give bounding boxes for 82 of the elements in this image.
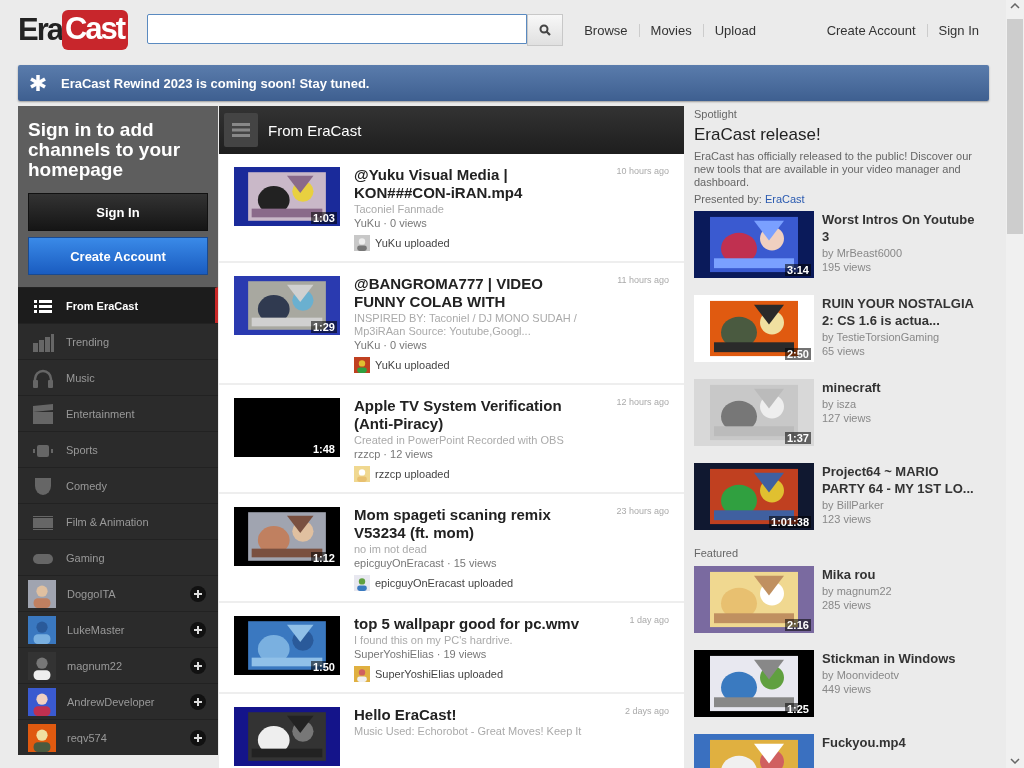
nav-link[interactable]: Upload xyxy=(714,22,756,38)
video-duration: 1:25 xyxy=(784,703,811,715)
sign-in-prompt: Sign in to add channels to your homepage xyxy=(28,120,182,180)
upload-time: 23 hours ago xyxy=(616,506,669,518)
video-title[interactable]: RUIN YOUR NOSTALGIA 2: CS 1.6 is actua... xyxy=(822,295,978,329)
sidebar-item[interactable]: From EraCast xyxy=(18,287,218,323)
video-duration: 1:48 xyxy=(310,443,337,455)
video-title[interactable]: Apple TV System Verification (Anti-Piracy) xyxy=(354,397,589,433)
account-link[interactable]: Create Account xyxy=(826,22,916,38)
upload-time: 12 hours ago xyxy=(616,397,669,409)
nav-link[interactable]: Movies xyxy=(650,22,692,38)
create-account-button[interactable]: Create Account xyxy=(28,237,208,275)
logo-text[interactable]: Era xyxy=(18,12,62,48)
spotlight-description: EraCast has officially released to the public! Discover our new tools that are available in your video manager and dashboard. xyxy=(694,150,973,189)
feed-title: From EraCast xyxy=(268,121,362,139)
channel-item[interactable]: DoggoITA xyxy=(18,575,218,611)
upload-time: 2 days ago xyxy=(624,706,669,718)
sign-in-button[interactable]: Sign In xyxy=(28,193,208,231)
section-label: Featured xyxy=(694,547,740,559)
upload-time: 11 hours ago xyxy=(617,275,669,287)
uploader-text: epicguyOnEracast uploaded xyxy=(375,577,514,589)
channel-item[interactable]: magnum22 xyxy=(18,647,218,683)
uploader-text: rzzcp uploaded xyxy=(375,468,450,480)
video-meta: SuperYoshiElias · 19 views xyxy=(354,648,488,660)
section-label: Spotlight xyxy=(694,108,738,120)
uploader-text: SuperYoshiElias uploaded xyxy=(375,668,504,680)
video-meta: epicguyOnEracast · 15 views xyxy=(354,557,498,569)
video-description: Taconiel Fanmade xyxy=(354,203,445,216)
video-duration: 2:50 xyxy=(784,348,811,360)
announcement-text: EraCast Rewind 2023 is coming soon! Stay tuned. xyxy=(61,75,370,91)
video-author: by BillParker xyxy=(822,499,885,511)
spotlight-title: EraCast release! xyxy=(694,125,822,145)
view-count: 449 views xyxy=(822,683,872,695)
logo-badge[interactable]: Cast xyxy=(62,10,129,50)
video-description: no im not dead xyxy=(354,543,428,556)
video-description: Created in PowerPoint Recorded with OBS xyxy=(354,434,565,447)
video-author: by Moonvideotv xyxy=(822,669,901,681)
video-meta: rzzcp · 12 views xyxy=(354,448,434,460)
presented-by-label: Presented by: xyxy=(694,193,762,205)
channel-item[interactable]: LukeMaster xyxy=(18,611,218,647)
video-title[interactable]: Mom spageti scaning remix V53234 (ft. mom) xyxy=(354,506,589,542)
video-author: by MrBeast6000 xyxy=(822,247,904,259)
video-title[interactable]: Mika rou xyxy=(822,566,978,583)
video-duration: 1:01:38 xyxy=(769,516,811,528)
view-count: 127 views xyxy=(822,412,872,424)
channel-item[interactable]: AndrewDeveloper xyxy=(18,683,218,719)
video-title[interactable]: Project64 ~ MARIO PARTY 64 - MY 1ST LO... xyxy=(822,463,978,497)
video-description: Music Used: Echorobot - Great Moves! Keep It xyxy=(354,725,583,738)
view-count: 195 views xyxy=(822,261,872,273)
video-title[interactable]: @Yuku Visual Media | KON###CON-iRAN.mp4 xyxy=(354,166,589,202)
video-title[interactable]: Fuckyou.mp4 xyxy=(822,734,978,751)
presenter-link[interactable]: EraCast xyxy=(764,193,805,205)
video-duration: 1:03 xyxy=(310,212,337,224)
video-title[interactable]: Worst Intros On Youtube 3 xyxy=(822,211,978,245)
upload-time: 10 hours ago xyxy=(616,166,669,178)
account-link[interactable]: Sign In xyxy=(938,22,979,38)
video-duration: 1:37 xyxy=(784,432,811,444)
video-duration: 1:29 xyxy=(310,321,337,333)
video-meta: YuKu · 0 views xyxy=(354,217,428,229)
video-duration: 2:16 xyxy=(784,619,811,631)
video-duration: 1:50 xyxy=(310,661,337,673)
video-title[interactable]: Hello EraCast! xyxy=(354,706,589,724)
uploader-text: YuKu uploaded xyxy=(375,237,450,249)
video-title[interactable]: minecraft xyxy=(822,379,978,396)
nav-link[interactable]: Browse xyxy=(584,22,628,38)
video-author: by isza xyxy=(822,398,858,410)
view-count: 123 views xyxy=(822,513,872,525)
upload-time: 1 day ago xyxy=(629,615,669,627)
video-title[interactable]: Stickman in Windows xyxy=(822,650,978,667)
view-count: 285 views xyxy=(822,599,872,611)
view-count: 65 views xyxy=(822,345,866,357)
video-description: I found this on my PC's hardrive. xyxy=(354,634,514,647)
video-author: by magnum22 xyxy=(822,585,893,597)
video-duration: 1:12 xyxy=(310,552,337,564)
video-title[interactable]: @BANGROMA777 | VIDEO FUNNY COLAB WITH xyxy=(354,275,589,311)
video-title[interactable]: top 5 wallpapr good for pc.wmv xyxy=(354,615,589,633)
channel-item[interactable]: reqv574 xyxy=(18,719,218,755)
video-meta: YuKu · 0 views xyxy=(354,339,428,351)
video-description: INSPIRED BY: Taconiel / DJ MONO SUDAH / Mp3iRAan Source: Youtube,Googl... xyxy=(354,312,578,338)
video-author: by TestieTorsionGaming xyxy=(822,331,941,343)
uploader-text: YuKu uploaded xyxy=(375,359,450,371)
video-duration: 3:14 xyxy=(784,264,811,276)
